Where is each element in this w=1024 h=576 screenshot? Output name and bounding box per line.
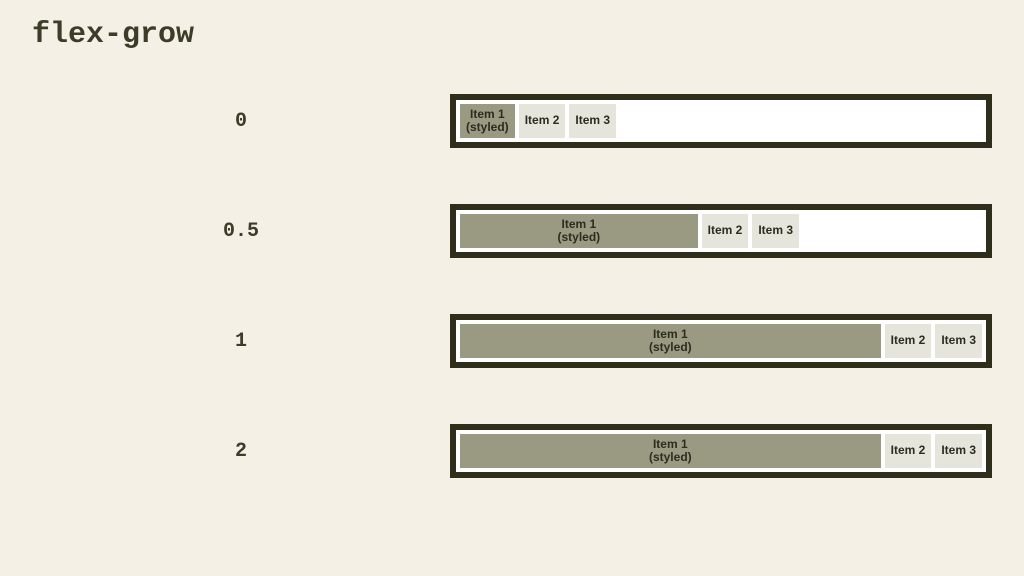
flex-grow-value: 0.5 — [32, 220, 450, 243]
flex-item-styled: Item 1 (styled) — [460, 104, 515, 138]
flex-demo: Item 1 (styled) Item 2 Item 3 — [460, 324, 982, 358]
flex-item: Item 3 — [569, 104, 616, 138]
flex-demo: Item 1 (styled) Item 2 Item 3 — [460, 434, 982, 468]
flex-container: Item 1 (styled) Item 2 Item 3 — [450, 94, 992, 148]
item-label-line2: (styled) — [557, 231, 600, 244]
flex-demo: Item 1 (styled) Item 2 Item 3 — [460, 104, 982, 138]
page-title: flex-grow — [32, 18, 194, 52]
flex-container: Item 1 (styled) Item 2 Item 3 — [450, 424, 992, 478]
item-label-line2: (styled) — [649, 341, 692, 354]
flex-item: Item 3 — [935, 434, 982, 468]
flex-grow-value: 1 — [32, 330, 450, 353]
item-label-line2: (styled) — [466, 121, 509, 134]
flex-demo: Item 1 (styled) Item 2 Item 3 — [460, 214, 982, 248]
flex-item: Item 3 — [935, 324, 982, 358]
diagram-row: 0.5 Item 1 (styled) Item 2 Item 3 — [32, 204, 992, 258]
flex-item-styled: Item 1 (styled) — [460, 214, 698, 248]
diagram-row: 1 Item 1 (styled) Item 2 Item 3 — [32, 314, 992, 368]
diagram-rows: 0 Item 1 (styled) Item 2 Item 3 0.5 Item… — [32, 94, 992, 478]
diagram-row: 0 Item 1 (styled) Item 2 Item 3 — [32, 94, 992, 148]
flex-grow-value: 2 — [32, 440, 450, 463]
flex-item: Item 3 — [752, 214, 799, 248]
flex-grow-value: 0 — [32, 110, 450, 133]
diagram-row: 2 Item 1 (styled) Item 2 Item 3 — [32, 424, 992, 478]
item-label-line2: (styled) — [649, 451, 692, 464]
flex-item-styled: Item 1 (styled) — [460, 434, 881, 468]
flex-container: Item 1 (styled) Item 2 Item 3 — [450, 314, 992, 368]
flex-item: Item 2 — [885, 324, 932, 358]
flex-container: Item 1 (styled) Item 2 Item 3 — [450, 204, 992, 258]
flex-item: Item 2 — [885, 434, 932, 468]
flex-item: Item 2 — [519, 104, 566, 138]
flex-item: Item 2 — [702, 214, 749, 248]
flex-item-styled: Item 1 (styled) — [460, 324, 881, 358]
